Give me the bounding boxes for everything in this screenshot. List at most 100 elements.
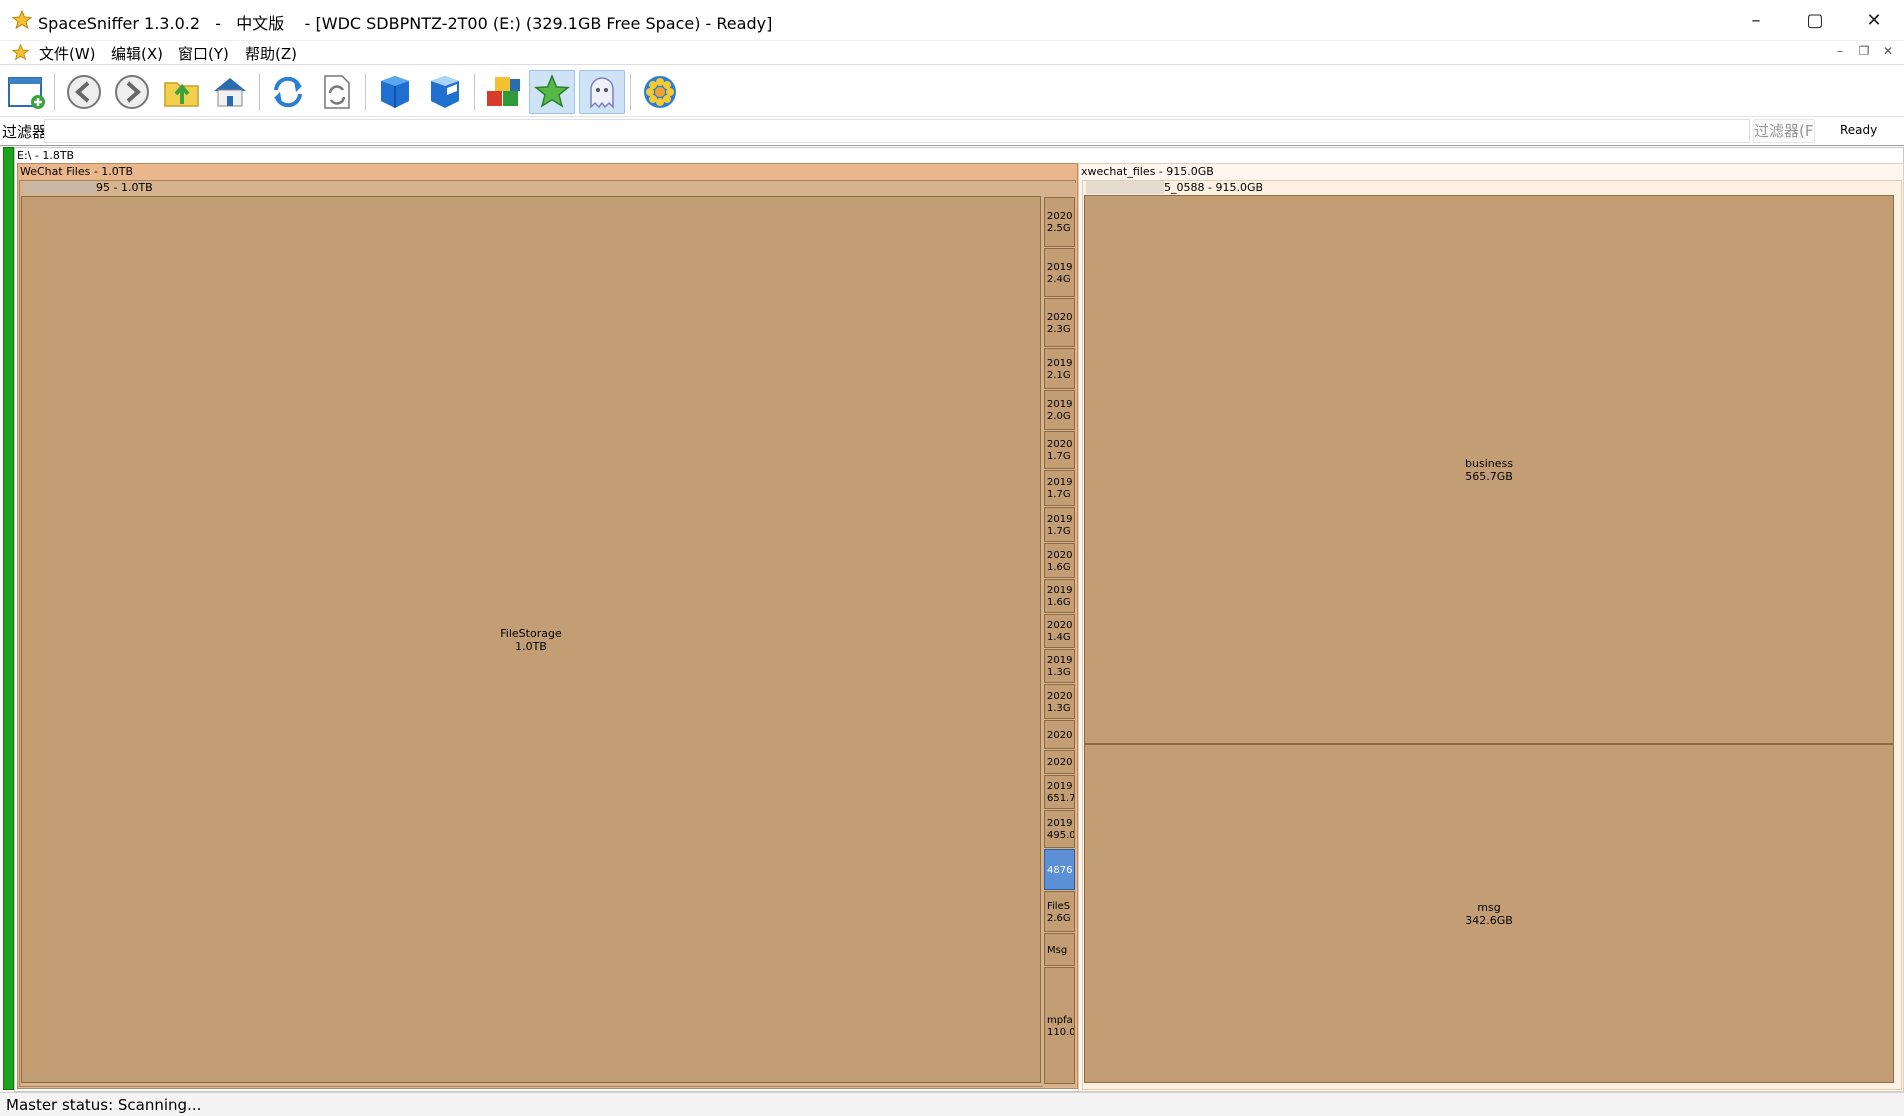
side-folder-tile[interactable]: 2020 1.6G	[1044, 543, 1075, 578]
side-folder-name: 2019	[1047, 358, 1073, 369]
ready-status: Ready	[1840, 123, 1878, 137]
side-folder-tile[interactable]: 2020	[1044, 720, 1075, 749]
side-folder-name: 2019	[1047, 477, 1073, 488]
star-icon	[533, 74, 571, 108]
side-folder-tile[interactable]: 2019 1.7G	[1044, 507, 1075, 542]
mdi-close-icon[interactable]: ✕	[1878, 44, 1898, 58]
filter-bar: 过滤器 过滤器(F) Ready	[0, 117, 1904, 145]
side-folder-tile[interactable]: 2019 2.4G	[1044, 248, 1075, 297]
side-folder-size: 2.0G	[1047, 411, 1071, 422]
star-filter-button[interactable]	[529, 70, 575, 114]
app-small-icon	[12, 44, 29, 61]
side-folder-tile[interactable]: 2020	[1044, 750, 1075, 774]
blue-box-icon	[381, 76, 409, 108]
xwechat-user-label: 5_0588 - 915.0GB	[1164, 181, 1264, 194]
forward-button[interactable]	[109, 70, 155, 114]
maximize-button[interactable]: ▢	[1786, 0, 1844, 41]
side-folder-tile[interactable]: 2019 1.3G	[1044, 649, 1075, 683]
side-folder-tile[interactable]: 2020 2.3G	[1044, 298, 1075, 347]
new-window-button[interactable]	[3, 70, 49, 114]
side-folder-name: mpfa	[1047, 1015, 1073, 1026]
mdi-minimize-icon[interactable]: –	[1830, 44, 1850, 58]
side-folder-tile[interactable]: 2020 1.7G	[1044, 431, 1075, 469]
filter-label: 过滤器	[2, 123, 48, 141]
ghost-button[interactable]	[579, 70, 625, 114]
side-folder-name: 2020	[1047, 620, 1073, 631]
title-bar: SpaceSniffer 1.3.0.2 - 中文版 - [WDC SDBPNT…	[0, 0, 1904, 41]
side-folder-size: 2.5G	[1047, 223, 1071, 234]
close-button[interactable]: ✕	[1845, 0, 1903, 41]
maximize-icon: ▢	[1806, 10, 1824, 31]
side-folder-tile[interactable]: Msg	[1044, 933, 1075, 966]
mdi-restore-icon[interactable]: ❐	[1854, 44, 1874, 58]
settings-button[interactable]	[637, 70, 683, 114]
side-folder-tile[interactable]: 2019 2.0G	[1044, 390, 1075, 430]
menu-file[interactable]: 文件(W)	[39, 43, 96, 64]
side-folder-name: FileS	[1047, 901, 1071, 912]
side-folder-tile[interactable]: 2019 1.7G	[1044, 470, 1075, 506]
colored-blocks-button[interactable]	[480, 70, 526, 114]
side-folder-tile[interactable]: 2020 1.4G	[1044, 614, 1075, 648]
business-label: business 565.7GB	[1389, 457, 1589, 483]
filestorage-size: 1.0TB	[515, 640, 547, 653]
wechat-user-label: 95 - 1.0TB	[96, 181, 153, 194]
menu-edit[interactable]: 编辑(X)	[111, 43, 163, 64]
window-title: SpaceSniffer 1.3.0.2 - 中文版 - [WDC SDBPNT…	[38, 14, 773, 33]
side-folder-size: 1.7G	[1047, 489, 1071, 500]
side-folder-tile[interactable]: FileS 2.6G	[1044, 891, 1075, 932]
toolbar	[0, 65, 1904, 117]
side-folder-name: 2019	[1047, 399, 1073, 410]
side-folder-name: 2019	[1047, 781, 1073, 792]
toolbar-separator	[630, 73, 631, 111]
status-bar: Master status: Scanning...	[0, 1092, 1904, 1116]
redacted-mask	[1086, 181, 1164, 194]
side-folder-tile[interactable]: 2020 1.3G	[1044, 684, 1075, 719]
side-folder-name: 4876	[1047, 865, 1073, 876]
side-folder-tile[interactable]: 2019 495.0	[1044, 810, 1075, 848]
side-folder-size: 1.7G	[1047, 526, 1071, 537]
business-name: business	[1465, 457, 1513, 470]
side-folder-name: 2020	[1047, 757, 1073, 768]
rescan-button[interactable]	[314, 70, 360, 114]
side-folder-tile[interactable]: 2020 2.5G	[1044, 197, 1075, 247]
toolbar-separator	[365, 73, 366, 111]
side-folder-tile[interactable]: 2019 2.1G	[1044, 348, 1075, 389]
xwechat-files-label: xwechat_files - 915.0GB	[1081, 165, 1214, 178]
side-folder-name: 2019	[1047, 514, 1073, 525]
toolbar-separator	[54, 73, 55, 111]
back-icon	[67, 75, 101, 109]
side-folder-tile[interactable]: mpfa 110.0	[1044, 967, 1075, 1084]
side-folder-tile[interactable]: 2019 1.6G	[1044, 579, 1075, 613]
close-icon: ✕	[1866, 10, 1882, 31]
filestorage-label: FileStorage 1.0TB	[431, 627, 631, 653]
app-icon	[12, 10, 32, 30]
back-button[interactable]	[61, 70, 107, 114]
side-column: 2020 2.5G 2019 2.4G 2020 2.3G 2019 2.1G 2019 2.0G…	[1043, 183, 1076, 1087]
up-folder-icon	[164, 82, 199, 107]
toolbar-separator	[259, 73, 260, 111]
side-folder-name: 2019	[1047, 818, 1073, 829]
filter-input[interactable]	[44, 119, 1750, 143]
redacted-mask	[24, 181, 96, 194]
side-folder-size: 1.4G	[1047, 632, 1071, 643]
side-folder-tile[interactable]: 2019 651.7	[1044, 775, 1075, 809]
menu-window[interactable]: 窗口(Y)	[178, 43, 229, 64]
new-window-icon	[8, 77, 45, 109]
msg-name: msg	[1477, 901, 1501, 914]
wechat-files-label: WeChat Files - 1.0TB	[20, 165, 134, 178]
minimize-button[interactable]: –	[1727, 0, 1785, 41]
blue-box-half-button[interactable]	[422, 70, 468, 114]
side-folder-size: 1.7G	[1047, 451, 1071, 462]
side-folder-name: 2020	[1047, 439, 1073, 450]
side-folder-name: 2019	[1047, 262, 1073, 273]
side-folder-name: 2020	[1047, 730, 1073, 741]
side-folder-name: 2019	[1047, 655, 1073, 666]
filter-button[interactable]: 过滤器(F)	[1753, 119, 1815, 143]
up-folder-button[interactable]	[159, 70, 205, 114]
side-folder-tile[interactable]: 4876	[1044, 849, 1075, 890]
side-folder-name: 2020	[1047, 312, 1073, 323]
refresh-button[interactable]	[265, 70, 311, 114]
blue-box-button[interactable]	[372, 70, 418, 114]
home-button[interactable]	[207, 70, 253, 114]
menu-help[interactable]: 帮助(Z)	[245, 43, 297, 64]
